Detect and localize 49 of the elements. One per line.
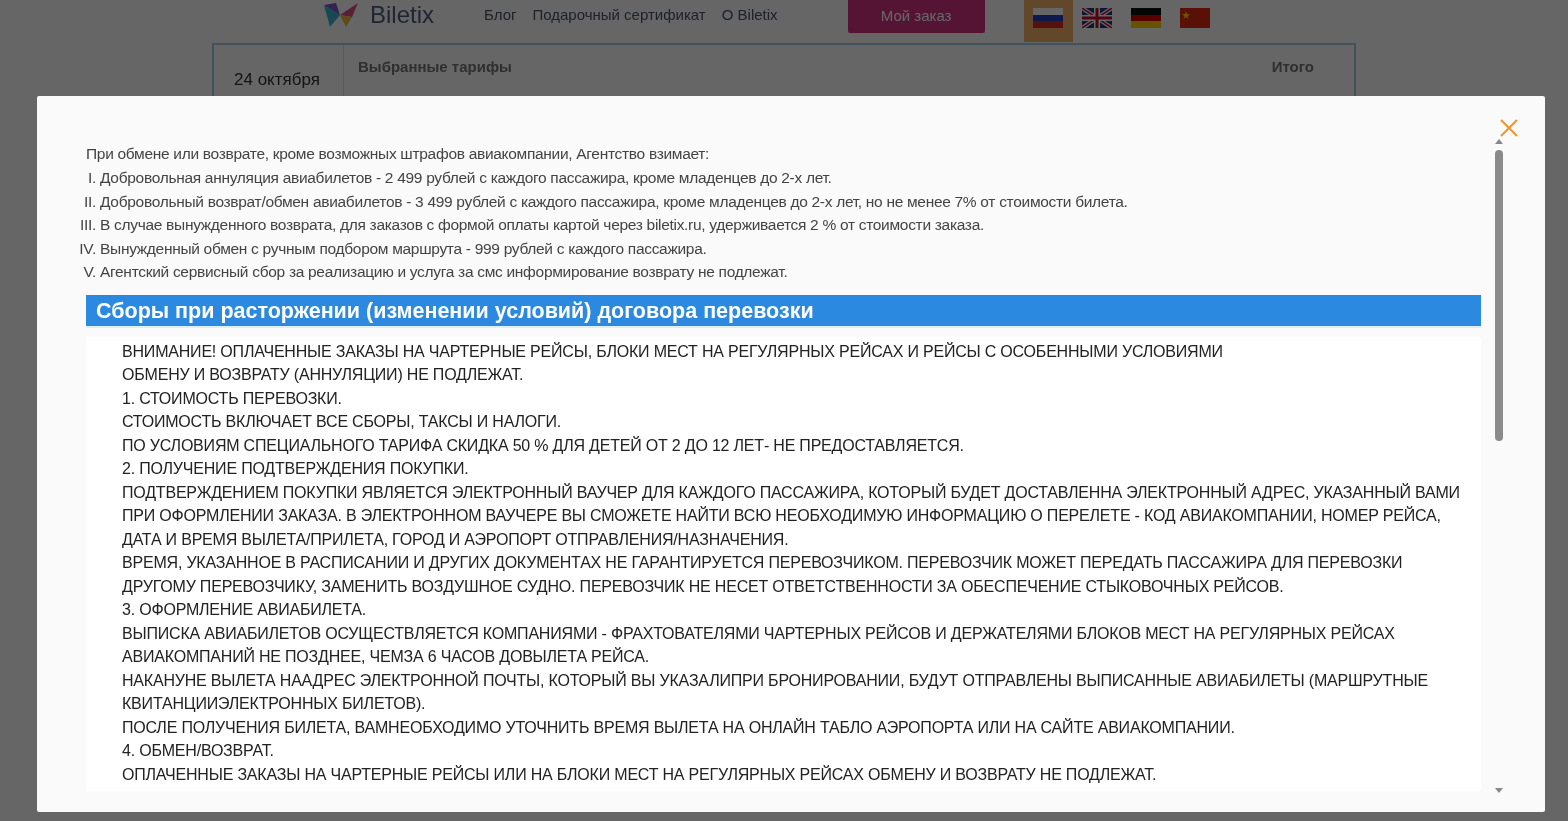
scrollbar-thumb[interactable] [1495, 150, 1503, 441]
date-text: 24 октября [234, 70, 320, 89]
terms-line: ПОСЛЕ ПОЛУЧЕНИЯ БИЛЕТА, ВАМНЕОБХОДИМО УТОЧНИТЬ ВРЕМЯ ВЫЛЕТА НА ОНЛАЙН ТАБЛО АЭРОПОРТА ИЛИ НА САЙТЕ АВИАКОМПАНИИ. [122, 717, 1236, 738]
scroll-down-icon[interactable] [1495, 788, 1503, 794]
list-numeral: IV. [79, 238, 96, 259]
uk-flag-icon [1082, 8, 1113, 28]
list-numeral: III. [79, 215, 96, 235]
scrollbar[interactable] [1494, 138, 1504, 794]
terms-line: 1. СТОИМОСТЬ ПЕРЕВОЗКИ. [122, 388, 343, 409]
fee-item-text: В случае вынужденного возврата, для заказов с формой оплаты картой через biletix.ru, удерживается 2 % от стоимости заказа. [100, 215, 985, 235]
fee-item-text: Вынужденный обмен с ручным подбором маршрута - 999 рублей с каждого пассажира. [100, 238, 708, 259]
terms-line: ОБМЕНУ И ВОЗВРАТУ (АННУЛЯЦИИ) НЕ ПОДЛЕЖАТ. [122, 365, 525, 385]
language-button[interactable] [1023, 0, 1073, 42]
terms-line: ДАТА И ВРЕМЯ ВЫЛЕТА/ПРИЛЕТА, ГОРОД И АЭРОПОРТ ОТПРАВЛЕНИЯ/НАЗНАЧЕНИЯ. [122, 529, 790, 550]
nav-link[interactable]: О Biletix [721, 4, 778, 27]
intro-text: При обмене или возврате, кроме возможных штрафов авиакомпании, Агентство взимает: [86, 144, 711, 164]
fee-item-text: Добровольный возврат/обмен авиабилетов - 3 499 рублей с каждого пассажира, кроме младенцев до 2-х лет, но не менее 7% от стоимости билета. [100, 191, 1129, 212]
german-flag-icon [1131, 8, 1162, 28]
terms-line: ОПЛАЧЕННЫЕ ЗАКАЗЫ НА ЧАРТЕРНЫЕ РЕЙСЫ ИЛИ НА БЛОКИ МЕСТ НА РЕГУЛЯРНЫХ РЕЙСАХ ОБМЕНУ И ВОЗВРАТУ НЕ ПОДЛЕЖАТ. [122, 764, 1158, 785]
terms-line: СТОИМОСТЬ ВКЛЮЧАЕТ ВСЕ СБОРЫ, ТАКСЫ И НАЛОГИ. [122, 412, 563, 432]
terms-line: ПРИ ОФОРМЛЕНИИ ЗАКАЗА. В ЭЛЕКТРОННОМ ВАУЧЕРЕ ВЫ СМОЖЕТЕ НАЙТИ ВСЮ НЕОБХОДИМУЮ ИНФОРМАЦИЮ О ПЕРЕЛЕТЕ - КОД АВИАКОМПАНИИ, НОМЕР РЕЙСА, [122, 505, 1442, 526]
logo-text[interactable]: Biletix [370, 0, 435, 33]
logo-icon [322, 1, 360, 29]
terms-line: АВИАКОМПАНИЙ НЕ ПОЗДНЕЕ, ЧЕМЗА 6 ЧАСОВ ДОВЫЛЕТА РЕЙСА. [122, 646, 651, 667]
list-numeral: II. [83, 191, 96, 212]
nav-link[interactable]: Блог [484, 4, 517, 27]
list-numeral: I. [88, 168, 96, 188]
terms-line: ДРУГОМУ ПЕРЕВОЗЧИКУ, ЗАМЕНИТЬ ВОЗДУШНОЕ СУДНО. ПЕРЕВОЗЧИК НЕ НЕСЕТ ОТВЕТСТВЕННОСТИ ЗА ОБЕСПЕЧЕНИЕ СТЫКОВОЧНЫХ РЕЙСОВ. [122, 576, 1285, 597]
nav-link[interactable]: Подарочный сертификат [532, 4, 706, 27]
chinese-flag-icon [1180, 8, 1211, 28]
scroll-up-icon[interactable] [1495, 138, 1503, 144]
russian-flag-icon [1033, 8, 1064, 28]
fee-item-text: Агентский сервисный сбор за реализацию и услуга за смс информирование возврату не подлежат. [100, 262, 789, 282]
terms-line: 4. ОБМЕН/ВОЗВРАТ. [122, 741, 275, 761]
terms-line: ВЫПИСКА АВИАБИЛЕТОВ ОСУЩЕСТВЛЯЕТСЯ КОМПАНИЯМИ - ФРАХТОВАТЕЛЯМИ ЧАРТЕРНЫХ РЕЙСОВ И ДЕРЖАТЕЛЯМИ БЛОКОВ МЕСТ НА РЕГУЛЯРНЫХ РЕЙСАХ [122, 623, 1396, 644]
section-heading: Сборы при расторжении (изменении условий) договора перевозки [86, 294, 1481, 328]
list-numeral: V. [83, 262, 96, 282]
fee-item-text: Добровольная аннуляция авиабилетов - 2 499 рублей с каждого пассажира, кроме младенцев до 2-х лет. [100, 168, 833, 188]
terms-line: НАКАНУНЕ ВЫЛЕТА НААДРЕС ЭЛЕКТРОННОЙ ПОЧТЫ, КОТОРЫЙ ВЫ УКАЗАЛИПРИ БРОНИРОВАНИИ, БУДУТ ОТПРАВЛЕНЫ ВЫПИСАННЫЕ АВИАБИЛЕТЫ (МАРШРУТНЫЕ [122, 670, 1429, 691]
terms-line: 3. ОФОРМЛЕНИЕ АВИАБИЛЕТА. [122, 600, 368, 620]
terms-line: ПО УСЛОВИЯМ СПЕЦИАЛЬНОГО ТАРИФА СКИДКА 50 % ДЛЯ ДЕТЕЙ ОТ 2 ДО 12 ЛЕТ- НЕ ПРЕДОСТАВЛЯЕТСЯ. [122, 435, 965, 456]
terms-line: ПОДТВЕРЖДЕНИЕМ ПОКУПКИ ЯВЛЯЕТСЯ ЭЛЕКТРОННЫЙ ВАУЧЕР ДЛЯ КАЖДОГО ПАССАЖИРА, КОТОРЫЙ БУДЕТ ДОСТАВЛЕННА ЭЛЕКТРОННЫЙ АДРЕС, УКАЗАННЫЙ ВАМИ [122, 482, 1461, 503]
terms-line: 2. ПОЛУЧЕНИЕ ПОДТВЕРЖДЕНИЯ ПОКУПКИ. [122, 459, 470, 479]
terms-line: КВИТАНЦИИЭЛЕКТРОННЫХ БИЛЕТОВ). [122, 694, 427, 714]
close-button[interactable] [1499, 118, 1519, 138]
my-order-button[interactable]: Мой заказ [847, 0, 985, 33]
terms-line: ВНИМАНИЕ! ОПЛАЧЕННЫЕ ЗАКАЗЫ НА ЧАРТЕРНЫЕ РЕЙСЫ, БЛОКИ МЕСТ НА РЕГУЛЯРНЫХ РЕЙСАХ И РЕЙСЫ С ОСОБЕННЫМИ УСЛОВИЯМИ [122, 341, 1224, 362]
close-icon [1500, 119, 1518, 137]
terms-line: ВРЕМЯ, УКАЗАННОЕ В РАСПИСАНИИ И ДРУГИХ ДОКУМЕНТАХ НЕ ГАРАНТИРУЕТСЯ ПЕРЕВОЗЧИКОМ. ПЕРЕВОЗЧИК МОЖЕТ ПЕРЕДАТЬ ПАССАЖИРА ДЛЯ ПЕРЕВОЗКИ [122, 553, 1404, 573]
